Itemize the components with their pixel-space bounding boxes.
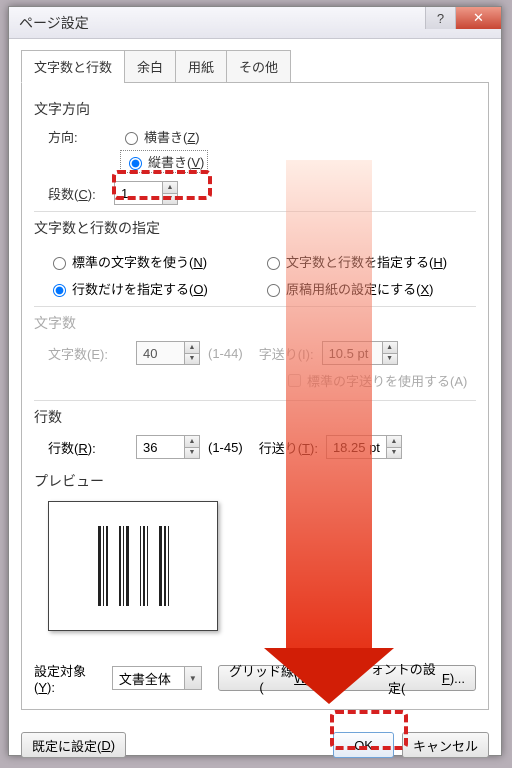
char-count-spinner: ▲▼: [136, 341, 200, 365]
line-count-spinner[interactable]: ▲▼: [136, 435, 200, 459]
preview-label: プレビュー: [34, 471, 476, 491]
tab-margins[interactable]: 余白: [124, 50, 176, 83]
ok-button[interactable]: OK: [333, 732, 394, 758]
columns-input[interactable]: [114, 181, 162, 205]
chevron-down-icon[interactable]: ▼: [184, 666, 202, 690]
tab-paper[interactable]: 用紙: [175, 50, 227, 83]
direction-group-title: 文字方向: [34, 99, 476, 119]
line-count-label: 行数(R):: [48, 438, 128, 457]
radio-manuscript[interactable]: 原稿用紙の設定にする(X): [262, 279, 476, 298]
line-pitch-label: 行送り(T):: [259, 438, 318, 457]
page-setup-dialog: ページ設定 ? ✕ 文字数と行数 余白 用紙 その他 文字方向 方向: 横書き(…: [8, 6, 502, 756]
apply-to-select[interactable]: ▼: [112, 666, 202, 690]
direction-label: 方向:: [34, 127, 114, 146]
font-settings-button[interactable]: フォントの設定(F)...: [341, 665, 476, 691]
apply-to-label: 設定対象(Y):: [34, 661, 104, 695]
preview-box: [48, 501, 218, 631]
std-pitch-label: 標準の字送りを使用する(A): [307, 371, 467, 390]
set-default-button[interactable]: 既定に設定(D): [21, 732, 126, 758]
tab-other[interactable]: その他: [226, 50, 291, 83]
spin-down-icon[interactable]: ▼: [162, 193, 178, 206]
radio-std-chars[interactable]: 標準の文字数を使う(N): [48, 252, 262, 271]
radio-chars-lines[interactable]: 文字数と行数を指定する(H): [262, 252, 476, 271]
gridlines-button[interactable]: グリッド線(W)...: [218, 665, 333, 691]
columns-label: 段数(C):: [34, 184, 114, 203]
close-button[interactable]: ✕: [455, 7, 501, 29]
tab-strip: 文字数と行数 余白 用紙 その他: [21, 50, 489, 83]
char-count-label: 文字数(E):: [48, 344, 128, 363]
char-count-range: (1-44): [208, 346, 243, 361]
lines-group-title: 行数: [34, 407, 476, 427]
char-pitch-label: 字送り(I):: [259, 344, 314, 363]
radio-lines-only[interactable]: 行数だけを指定する(O): [48, 279, 262, 298]
radio-horizontal[interactable]: 横書き(Z): [120, 127, 200, 146]
tab-pane: 文字方向 方向: 横書き(Z) 縦書き(V) 段数(C): ▲▼: [21, 82, 489, 710]
spec-group-title: 文字数と行数の指定: [34, 218, 476, 238]
line-count-range: (1-45): [208, 440, 243, 455]
titlebar: ページ設定 ? ✕: [9, 7, 501, 39]
tab-chars-lines[interactable]: 文字数と行数: [21, 50, 125, 83]
std-pitch-checkbox: [288, 374, 301, 387]
chars-group-title: 文字数: [34, 313, 476, 333]
columns-spinner[interactable]: ▲▼: [114, 181, 178, 205]
spin-up-icon[interactable]: ▲: [162, 181, 178, 193]
help-button[interactable]: ?: [425, 7, 455, 29]
radio-vertical[interactable]: 縦書き(V): [120, 150, 208, 173]
char-pitch-spinner: ▲▼: [322, 341, 398, 365]
dialog-title: ページ設定: [19, 13, 89, 33]
cancel-button[interactable]: キャンセル: [402, 732, 489, 758]
line-pitch-spinner[interactable]: ▲▼: [326, 435, 402, 459]
